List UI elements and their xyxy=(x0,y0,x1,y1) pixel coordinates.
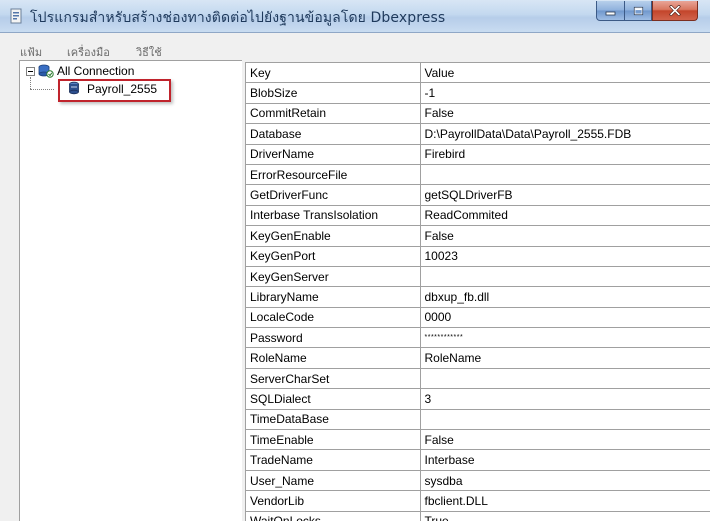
app-window: โปรแกรมสำหรับสร้างช่องทางติดต่อไปยังฐานข… xyxy=(0,0,710,521)
tree-root-label[interactable]: All Connection xyxy=(57,64,134,78)
close-button[interactable] xyxy=(652,1,698,21)
table-row[interactable]: Database D:\PayrollData\Data\Payroll_2555… xyxy=(246,123,710,145)
table-row[interactable]: LocaleCode 0000 xyxy=(246,307,710,329)
row-key[interactable]: KeyGenServer xyxy=(246,266,421,288)
selection-highlight xyxy=(58,79,171,102)
row-value[interactable]: 3 xyxy=(420,388,710,410)
row-key[interactable]: Password xyxy=(246,327,421,349)
row-key[interactable]: TimeDataBase xyxy=(246,409,421,431)
menu-help[interactable]: วิธีใช้ xyxy=(136,43,162,61)
row-value[interactable] xyxy=(420,266,710,288)
row-key[interactable]: VendorLib xyxy=(246,490,421,512)
table-row[interactable]: KeyGenEnable False xyxy=(246,225,710,247)
close-icon xyxy=(669,5,681,16)
row-key[interactable]: CommitRetain xyxy=(246,103,421,125)
row-key[interactable]: ServerCharSet xyxy=(246,368,421,390)
column-header-key[interactable]: Key xyxy=(246,61,421,84)
row-value[interactable]: Interbase xyxy=(420,449,710,471)
properties-grid: Key Value BlobSize -1 CommitRetain False D… xyxy=(245,61,710,521)
table-header-row: Key Value xyxy=(246,61,710,84)
table-row[interactable]: BlobSize -1 xyxy=(246,82,710,104)
table-row[interactable]: RoleName RoleName xyxy=(246,347,710,369)
row-key[interactable]: Database xyxy=(246,123,421,145)
connection-tree[interactable]: All Connection Payroll_2555 xyxy=(19,60,242,521)
tree-connector xyxy=(30,89,54,90)
row-key[interactable]: KeyGenPort xyxy=(246,246,421,267)
row-value[interactable]: fbclient.DLL xyxy=(420,490,710,512)
minimize-icon xyxy=(605,11,616,15)
table-row[interactable]: WaitOnLocksTrue xyxy=(246,511,710,521)
properties-table: Key Value BlobSize -1 CommitRetain False D… xyxy=(246,61,710,521)
row-value[interactable]: 0000 xyxy=(420,307,710,329)
collapse-toggle[interactable] xyxy=(26,67,35,76)
menu-file[interactable]: แฟ้ม xyxy=(20,43,42,61)
table-row[interactable]: User_Name sysdba xyxy=(246,470,710,492)
row-key[interactable]: RoleName xyxy=(246,347,421,369)
row-key[interactable]: WaitOnLocks xyxy=(246,511,421,521)
table-row[interactable]: VendorLib fbclient.DLL xyxy=(246,490,710,512)
row-key[interactable]: BlobSize xyxy=(246,82,421,104)
table-row[interactable]: Interbase TransIsolation ReadCommited xyxy=(246,205,710,227)
minimize-button[interactable] xyxy=(596,1,625,21)
table-row[interactable]: KeyGenServer xyxy=(246,266,710,288)
table-row[interactable]: Password ************ xyxy=(246,327,710,349)
row-value[interactable]: RoleName xyxy=(420,347,710,369)
table-row[interactable]: DriverName Firebird xyxy=(246,144,710,165)
column-header-value[interactable]: Value xyxy=(420,61,710,84)
row-value[interactable]: True xyxy=(420,511,710,521)
row-key[interactable]: TradeName xyxy=(246,449,421,471)
row-value[interactable]: 10023 xyxy=(420,246,710,267)
row-key[interactable]: DriverName xyxy=(246,144,421,165)
table-row[interactable]: KeyGenPort 10023 xyxy=(246,246,710,267)
maximize-button[interactable] xyxy=(624,1,652,21)
tree-connector xyxy=(30,77,31,89)
row-key[interactable]: LibraryName xyxy=(246,286,421,308)
row-value[interactable]: ReadCommited xyxy=(420,205,710,227)
title-bar[interactable]: โปรแกรมสำหรับสร้างช่องทางติดต่อไปยังฐานข… xyxy=(0,0,710,33)
table-row[interactable]: TradeName Interbase xyxy=(246,449,710,471)
row-value[interactable]: -1 xyxy=(420,82,710,104)
application-icon xyxy=(10,8,22,24)
row-key[interactable]: ErrorResourceFile xyxy=(246,164,421,186)
row-value[interactable] xyxy=(420,368,710,390)
menu-bar: แฟ้ม เครื่องมือ วิธีใช้ xyxy=(0,40,710,60)
maximize-icon xyxy=(633,6,643,15)
row-value[interactable]: D:\PayrollData\Data\Payroll_2555.FDB xyxy=(420,123,710,145)
row-value[interactable]: getSQLDriverFB xyxy=(420,184,710,206)
row-key[interactable]: KeyGenEnable xyxy=(246,225,421,247)
table-row[interactable]: TimeDataBase xyxy=(246,409,710,431)
table-row[interactable]: CommitRetain False xyxy=(246,103,710,125)
row-value[interactable]: Firebird xyxy=(420,144,710,165)
row-key[interactable]: GetDriverFunc xyxy=(246,184,421,206)
row-key[interactable]: LocaleCode xyxy=(246,307,421,329)
database-connection-icon xyxy=(38,64,54,78)
row-value[interactable]: dbxup_fb.dll xyxy=(420,286,710,308)
row-value-password[interactable]: ************ xyxy=(420,327,710,349)
table-row[interactable]: ErrorResourceFile xyxy=(246,164,710,186)
menu-tools[interactable]: เครื่องมือ xyxy=(67,43,110,61)
row-value[interactable]: sysdba xyxy=(420,470,710,492)
table-row[interactable]: TimeEnable False xyxy=(246,429,710,451)
window-title: โปรแกรมสำหรับสร้างช่องทางติดต่อไปยังฐานข… xyxy=(30,10,446,26)
table-row[interactable]: LibraryName dbxup_fb.dll xyxy=(246,286,710,308)
row-key[interactable]: Interbase TransIsolation xyxy=(246,205,421,227)
table-row[interactable]: SQLDialect 3 xyxy=(246,388,710,410)
row-value[interactable]: False xyxy=(420,103,710,125)
row-value[interactable]: False xyxy=(420,225,710,247)
table-row[interactable]: GetDriverFunc getSQLDriverFB xyxy=(246,184,710,206)
row-key[interactable]: User_Name xyxy=(246,470,421,492)
row-value[interactable] xyxy=(420,409,710,431)
row-key[interactable]: TimeEnable xyxy=(246,429,421,451)
row-value[interactable] xyxy=(420,164,710,186)
table-row[interactable]: ServerCharSet xyxy=(246,368,710,390)
row-value[interactable]: False xyxy=(420,429,710,451)
row-key[interactable]: SQLDialect xyxy=(246,388,421,410)
